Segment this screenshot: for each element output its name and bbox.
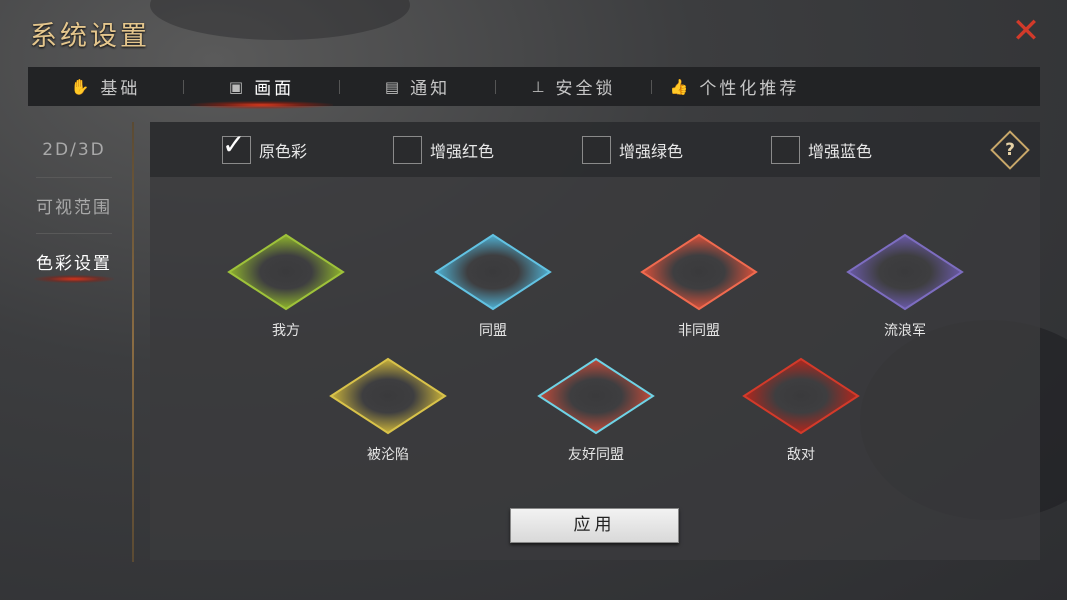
diamond-swatch-icon [742, 357, 860, 435]
tab-label: 通知 [410, 79, 451, 99]
checkbox-label: 增强绿色 [619, 142, 684, 161]
checkbox-enhance-blue[interactable]: 增强蓝色 [771, 136, 872, 164]
main-tabbar: ✋ 基础 ▣ 画面 ▤ 通知 ⊥ 安全锁 👍 个性化推荐 [28, 67, 1040, 109]
checkbox-box [771, 136, 800, 164]
diamond-swatch-icon [537, 357, 655, 435]
hand-icon: ✋ [70, 77, 93, 96]
checkbox-box [582, 136, 611, 164]
swatch-item[interactable]: 被沦陷 [328, 356, 448, 466]
apply-button[interactable]: 应用 [510, 508, 679, 543]
checkbox-box: ✓ [222, 128, 251, 164]
tab-display[interactable]: ▣ 画面 [184, 67, 339, 109]
swatch-item[interactable]: 同盟 [433, 232, 553, 342]
window-title: 系统设置 [30, 21, 150, 52]
color-mode-row: ✓ 原色彩 增强红色 增强绿色 增强蓝色 ? [150, 122, 1040, 177]
tab-label: 画面 [254, 79, 295, 99]
tab-label: 安全锁 [555, 79, 616, 99]
swatch-label: 我方 [272, 323, 300, 339]
tab-label: 个性化推荐 [699, 79, 800, 99]
swatch-label: 友好同盟 [568, 447, 624, 463]
swatch-label: 非同盟 [678, 323, 720, 339]
swatch-label: 同盟 [479, 323, 507, 339]
checkmark-icon: ✓ [222, 128, 246, 161]
swatch-label: 流浪军 [884, 323, 926, 339]
diamond-swatch-icon [434, 233, 552, 311]
tab-security-lock[interactable]: ⊥ 安全锁 [496, 67, 651, 106]
tab-personalized-recommend[interactable]: 👍 个性化推荐 [652, 67, 817, 106]
tab-notify[interactable]: ▤ 通知 [340, 67, 495, 106]
checkbox-label: 增强红色 [430, 142, 495, 161]
swatch-item[interactable]: 敌对 [741, 356, 861, 466]
checkbox-enhance-red[interactable]: 增强红色 [393, 136, 494, 164]
tab-basic[interactable]: ✋ 基础 [28, 67, 183, 106]
background-ink [150, 0, 410, 40]
vertical-divider [132, 122, 134, 562]
swatch-label: 被沦陷 [367, 447, 409, 463]
chat-bubble-icon: ▤ [384, 77, 403, 96]
swatch-item[interactable]: 我方 [226, 232, 346, 342]
subnav-item-view-range[interactable]: 可视范围 [28, 178, 120, 233]
help-button[interactable]: ? [990, 130, 1030, 170]
image-icon: ▣ [228, 77, 247, 96]
tab-label: 基础 [100, 79, 141, 99]
subnav-item-color-settings[interactable]: 色彩设置 [28, 234, 120, 289]
diamond-swatch-icon [640, 233, 758, 311]
swatch-label: 敌对 [787, 447, 815, 463]
checkbox-box [393, 136, 422, 164]
swatch-item[interactable]: 友好同盟 [536, 356, 656, 466]
close-button[interactable]: ✕ [1009, 14, 1043, 48]
diamond-swatch-icon [329, 357, 447, 435]
checkbox-original-color[interactable]: ✓ 原色彩 [222, 128, 308, 164]
diamond-swatch-icon [846, 233, 964, 311]
subnav-item-2d3d[interactable]: 2D/3D [28, 122, 120, 177]
lock-icon: ⊥ [531, 77, 548, 96]
swatch-item[interactable]: 非同盟 [639, 232, 759, 342]
question-mark-icon: ? [1005, 140, 1015, 160]
checkbox-label: 增强蓝色 [808, 142, 873, 161]
thumbs-up-icon: 👍 [669, 77, 692, 96]
swatch-item[interactable]: 流浪军 [845, 232, 965, 342]
diamond-swatch-icon [227, 233, 345, 311]
subnav: 2D/3D 可视范围 色彩设置 [28, 122, 120, 289]
checkbox-enhance-green[interactable]: 增强绿色 [582, 136, 683, 164]
checkbox-label: 原色彩 [259, 142, 308, 161]
